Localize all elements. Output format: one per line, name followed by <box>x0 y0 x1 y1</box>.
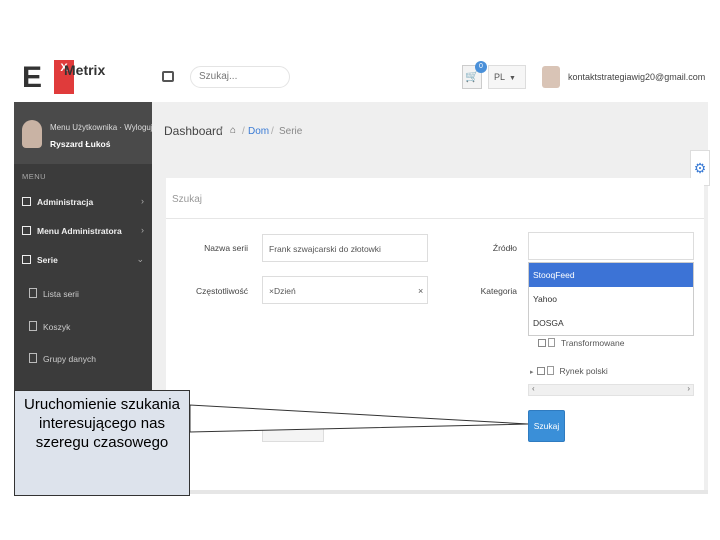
sidebar-profile: Menu Użytkownika · Wyloguj Ryszard Łukoś <box>14 102 153 164</box>
app-name: Metrix <box>64 62 106 78</box>
sidebar-subitem-label: Grupy danych <box>43 354 96 364</box>
source-dropdown-list: StooqFeed Yahoo DOSGA <box>528 262 694 336</box>
checkbox-icon <box>22 255 31 264</box>
app-window: E X Metrix Szukaj... 🛒 0 PL ▼ kontaktstra… <box>0 0 720 540</box>
scroll-left-icon[interactable]: ‹ <box>532 384 535 393</box>
caret-right-icon[interactable]: ▸ <box>530 369 534 376</box>
document-icon <box>546 366 554 375</box>
top-bar: E X Metrix Szukaj... 🛒 0 PL ▼ kontaktstra… <box>14 52 708 102</box>
sidebar-subitem-koszyk[interactable]: Koszyk <box>14 313 152 341</box>
profile-links[interactable]: Menu Użytkownika · Wyloguj <box>50 123 153 132</box>
sidebar-subitem-lista-serii[interactable]: Lista serii <box>14 280 152 308</box>
panel-divider <box>166 218 704 219</box>
search-input[interactable]: Szukaj... <box>190 66 290 88</box>
tree-item-transformowane[interactable]: Transformowane <box>538 338 624 348</box>
avatar[interactable] <box>542 66 560 88</box>
tree-item-label: Transformowane <box>561 338 625 348</box>
chevron-down-icon: ⌄ <box>136 254 144 264</box>
sidebar-subitem-label: Koszyk <box>43 322 71 332</box>
source-option-dosga[interactable]: DOSGA <box>529 311 693 335</box>
fullscreen-icon[interactable] <box>162 71 174 82</box>
language-value: PL <box>494 72 506 82</box>
chevron-right-icon: › <box>141 225 144 235</box>
document-icon <box>29 353 37 363</box>
checkbox-icon <box>22 226 31 235</box>
checkbox-icon[interactable] <box>536 367 545 375</box>
series-name-label: Nazwa serii <box>204 243 248 253</box>
breadcrumb-current: Serie <box>279 126 303 137</box>
sidebar-subitem-grupy-danych[interactable]: Grupy danych <box>14 345 152 373</box>
frequency-tag[interactable]: ×Dzień <box>269 286 296 296</box>
scroll-right-icon[interactable]: › <box>687 384 690 393</box>
logo-letter: E <box>22 61 43 94</box>
source-option-yahoo[interactable]: Yahoo <box>529 287 693 311</box>
sidebar-item-label: Serie <box>37 255 58 265</box>
secondary-button[interactable] <box>262 420 324 442</box>
category-label: Kategoria <box>480 286 517 296</box>
document-icon <box>29 288 37 298</box>
horizontal-scrollbar[interactable]: ‹ › <box>528 384 694 396</box>
clear-icon[interactable]: × <box>418 286 423 296</box>
language-select[interactable]: PL ▼ <box>488 65 526 89</box>
tree-item-label: Rynek polski <box>559 366 608 376</box>
user-email[interactable]: kontaktstrategiawig20@gmail.com <box>568 72 705 82</box>
menu-header: MENU <box>22 172 47 181</box>
breadcrumb-separator: / <box>220 126 223 137</box>
chevron-down-icon: ▼ <box>509 75 516 82</box>
document-icon <box>548 338 555 347</box>
breadcrumb-separator: / <box>242 126 245 137</box>
sidebar-subitem-label: Lista serii <box>43 289 79 299</box>
checkbox-icon[interactable] <box>538 339 546 347</box>
frequency-select[interactable]: ×Dzień <box>262 276 428 304</box>
panel-title: Szukaj <box>172 194 203 205</box>
document-icon <box>29 321 37 331</box>
breadcrumb-link-dom[interactable]: Dom <box>248 126 269 137</box>
profile-name: Ryszard Łukoś <box>50 139 111 149</box>
source-label: Źródło <box>492 243 517 253</box>
sidebar-item-administracja[interactable]: Administracja › <box>14 188 152 216</box>
frequency-label: Częstotliwość <box>196 286 248 296</box>
callout-box: Uruchomienie szukania interesującego nas… <box>14 390 190 496</box>
breadcrumb: Dashboard / ⌂ / Dom / Serie <box>152 102 708 158</box>
home-icon[interactable]: ⌂ <box>230 125 236 136</box>
chevron-right-icon: › <box>141 196 144 206</box>
checkbox-icon <box>22 197 31 206</box>
search-button[interactable]: Szukaj <box>528 410 565 442</box>
breadcrumb-separator: / <box>271 126 274 137</box>
cart-count-badge: 0 <box>475 61 487 73</box>
sidebar-item-menu-administratora[interactable]: Menu Administratora › <box>14 217 152 245</box>
profile-avatar <box>22 120 42 148</box>
sidebar-item-label: Administracja <box>37 197 94 207</box>
sidebar-item-label: Menu Administratora <box>37 226 122 236</box>
sidebar-item-serie[interactable]: Serie ⌄ <box>14 246 152 274</box>
source-select[interactable] <box>528 232 694 260</box>
tree-item-rynek-polski[interactable]: ▸ Rynek polski <box>530 366 608 376</box>
series-name-input[interactable]: Frank szwajcarski do złotowki <box>262 234 428 262</box>
page-title: Dashboard <box>164 124 223 138</box>
source-option-stooqfeed[interactable]: StooqFeed <box>529 263 693 287</box>
